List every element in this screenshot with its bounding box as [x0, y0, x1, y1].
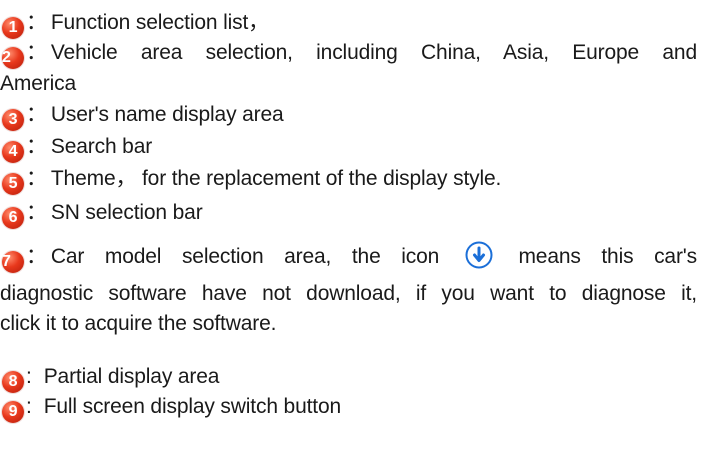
number-badge-icon: 1: [2, 17, 24, 39]
item-text: Partial display area: [43, 365, 220, 388]
item-text: User's name display area: [50, 103, 284, 126]
download-arrow-circle-icon: [464, 240, 494, 279]
number-badge-icon: 7: [2, 251, 24, 273]
list-item-4: 4： Search bar: [0, 132, 700, 163]
number-badge-icon: 9: [2, 401, 24, 423]
item-separator: ：: [26, 201, 47, 224]
item-text: Search bar: [50, 135, 153, 158]
list-item-5: 5： Theme， for the replacement of the disp…: [0, 164, 700, 195]
item-separator: :: [26, 395, 32, 418]
item-text: Theme， for the replacement of the displa…: [50, 167, 502, 190]
list-item-6: 6： SN selection bar: [0, 198, 700, 229]
item-separator: ：: [26, 245, 47, 268]
number-badge-icon: 6: [2, 207, 24, 229]
list-item-8: 8: Partial display area: [0, 362, 700, 393]
number-badge-icon: 5: [2, 173, 24, 195]
item-text: Function selection list，: [50, 11, 270, 34]
number-badge-icon: 3: [2, 109, 24, 131]
item-text: Vehicle area selection, including China,…: [50, 41, 697, 64]
number-badge-icon: 8: [2, 371, 24, 393]
item-line-1: 7： Car model selection area, the icon mea…: [0, 240, 697, 279]
item-separator: ：: [26, 11, 47, 34]
list-item-7: 7： Car model selection area, the icon mea…: [0, 240, 700, 339]
item-separator: ：: [26, 135, 47, 158]
item-text-before-icon: Car model selection area, the icon: [50, 245, 440, 268]
list-item-2: 2： Vehicle area selection, including Chin…: [0, 38, 700, 99]
item-line-2: America: [0, 72, 76, 95]
item-separator: ：: [26, 41, 47, 64]
list-item-9: 9: Full screen display switch button: [0, 392, 700, 423]
document-page: 1： Function selection list， 2： Vehicle are…: [0, 0, 705, 455]
list-item-1: 1： Function selection list，: [0, 8, 700, 39]
item-separator: ：: [26, 103, 47, 126]
item-line-3: click it to acquire the software.: [0, 312, 277, 335]
item-separator: :: [26, 365, 32, 388]
item-text: SN selection bar: [50, 201, 203, 224]
item-text-after-icon: means this car's: [518, 245, 698, 268]
item-line-1: 2： Vehicle area selection, including Chin…: [0, 38, 697, 69]
number-badge-icon: 4: [2, 141, 24, 163]
item-separator: ：: [26, 167, 47, 190]
list-item-3: 3： User's name display area: [0, 100, 700, 131]
number-badge-icon: 2: [2, 47, 24, 69]
item-line-2: diagnostic software have not download, i…: [0, 282, 697, 305]
item-text: Full screen display switch button: [43, 395, 342, 418]
